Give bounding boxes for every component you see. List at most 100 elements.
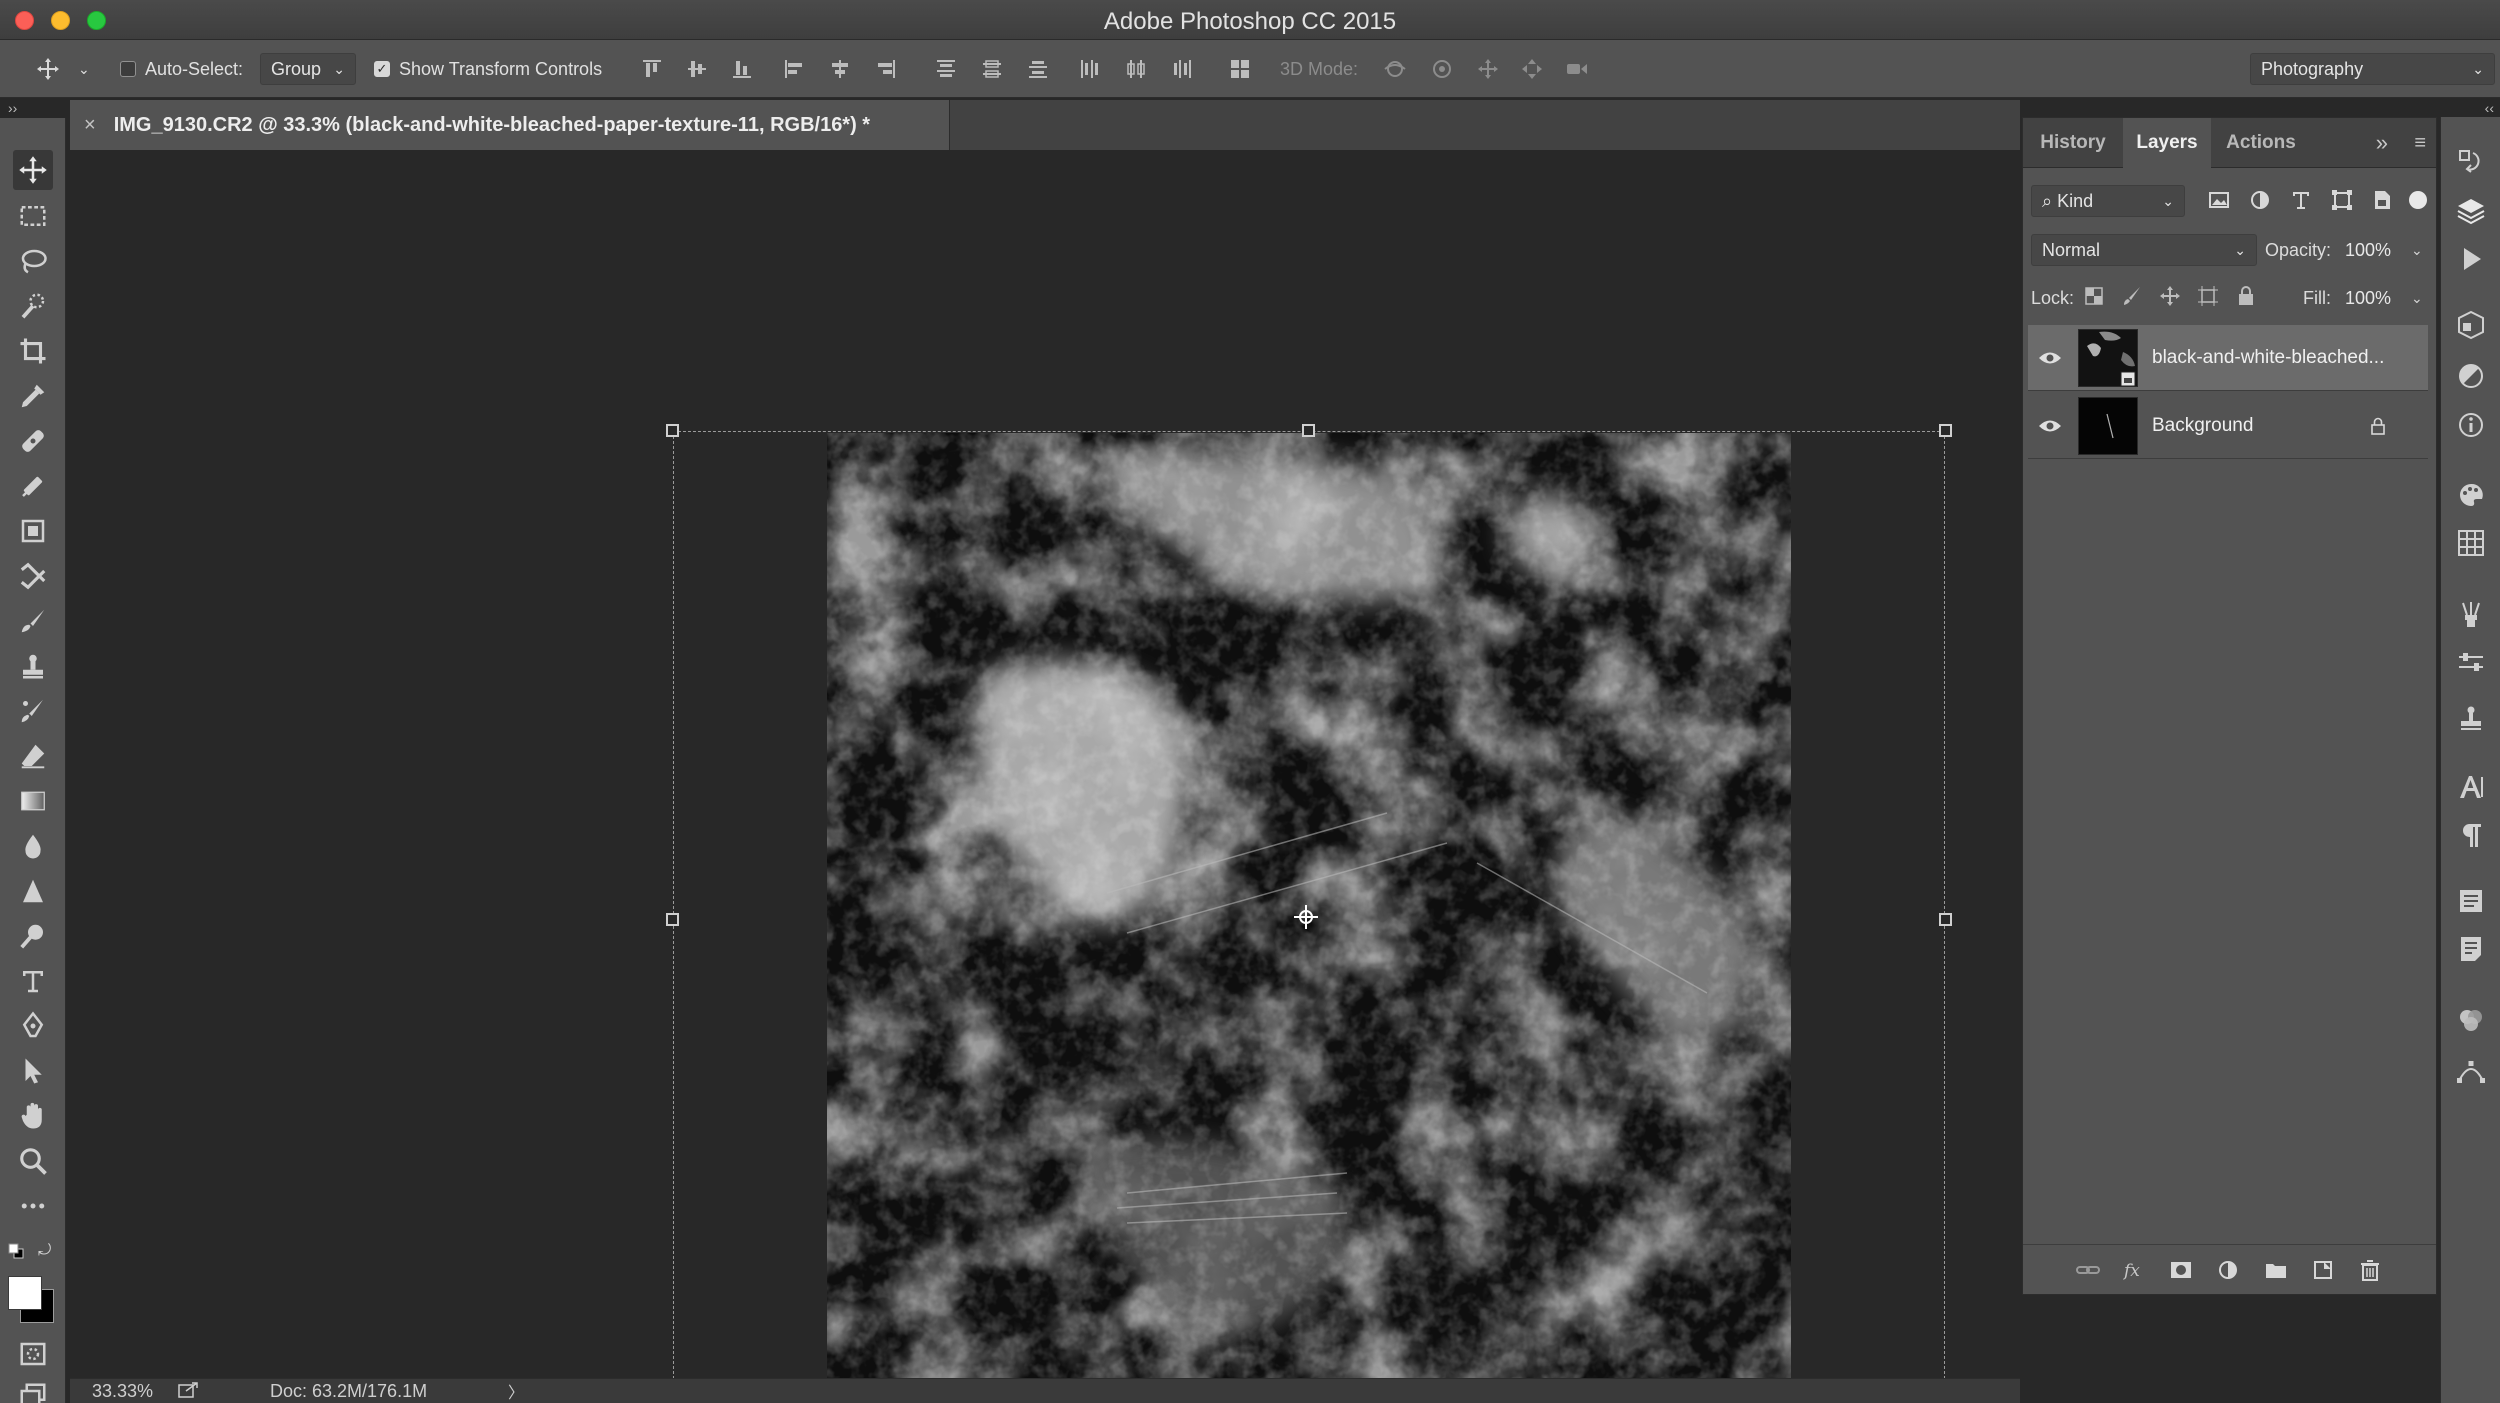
distribute-bottom-icon[interactable]	[1026, 57, 1050, 81]
default-colors-icon[interactable]	[8, 1243, 24, 1259]
3d-orbit-icon[interactable]	[1383, 57, 1407, 81]
marquee-tool-icon[interactable]	[17, 200, 49, 232]
layers-panel-icon[interactable]	[2455, 195, 2487, 227]
move-tool-icon[interactable]	[13, 150, 53, 190]
lasso-tool-icon[interactable]	[17, 245, 49, 277]
status-menu-arrow[interactable]: 〉	[508, 1379, 524, 1403]
type-tool-icon[interactable]	[17, 965, 49, 997]
new-layer-icon[interactable]	[2310, 1257, 2336, 1283]
move-tool-preset-icon[interactable]	[36, 57, 60, 81]
add-layer-mask-icon[interactable]	[2168, 1257, 2194, 1283]
hand-tool-icon[interactable]	[17, 1100, 49, 1132]
expand-panels-icon[interactable]: »	[2376, 130, 2388, 156]
workspace-switcher-dropdown[interactable]: Photography ⌄	[2250, 53, 2495, 85]
layer-style-fx-icon[interactable]: fx	[2121, 1257, 2147, 1283]
layer-row[interactable]: Background	[2028, 393, 2428, 459]
align-right-icon[interactable]	[874, 57, 898, 81]
clone-source-icon[interactable]	[2455, 703, 2487, 735]
lock-transparent-pixels-icon[interactable]	[2083, 285, 2105, 307]
blend-mode-dropdown[interactable]: Normal ⌄	[2031, 234, 2257, 266]
eyedropper-tool-icon[interactable]	[17, 380, 49, 412]
show-transform-check[interactable]: ✓	[374, 61, 390, 77]
distribute-left-icon[interactable]	[1078, 57, 1102, 81]
panel-menu-icon[interactable]: ≡	[2414, 132, 2426, 155]
channels-panel-icon[interactable]	[2455, 1005, 2487, 1037]
auto-select-checkbox[interactable]: Auto-Select:	[120, 40, 243, 98]
distribute-vertical-center-icon[interactable]	[980, 57, 1004, 81]
healing-brush-tool-icon[interactable]	[17, 425, 49, 457]
fill-chevron-icon[interactable]: ⌄	[2411, 290, 2423, 307]
paths-panel-icon[interactable]	[2455, 1055, 2487, 1087]
distribute-top-icon[interactable]	[934, 57, 958, 81]
paragraph-panel-icon[interactable]	[2455, 819, 2487, 851]
eye-icon[interactable]	[2028, 349, 2072, 367]
adjustments-panel-icon[interactable]	[2455, 360, 2487, 392]
path-selection-tool-icon[interactable]	[17, 1055, 49, 1087]
stamp-tool-icon[interactable]	[17, 650, 49, 682]
lock-image-pixels-icon[interactable]	[2121, 285, 2143, 307]
lock-artboard-icon[interactable]	[2197, 285, 2219, 307]
notes-panel-icon[interactable]	[2455, 933, 2487, 965]
show-transform-controls-checkbox[interactable]: ✓ Show Transform Controls	[374, 40, 602, 98]
link-layers-icon[interactable]	[2075, 1257, 2101, 1283]
info-panel-icon[interactable]	[2455, 409, 2487, 441]
tool-preset-dropdown[interactable]: ⌄	[78, 40, 90, 98]
brush-tool-icon[interactable]	[17, 470, 49, 502]
new-group-folder-icon[interactable]	[2263, 1257, 2289, 1283]
history-panel-icon[interactable]	[2455, 145, 2487, 177]
transform-handle-top-left[interactable]	[666, 424, 679, 437]
zoom-tool-icon[interactable]	[17, 1145, 49, 1177]
distribute-horizontal-center-icon[interactable]	[1124, 57, 1148, 81]
fill-value[interactable]: 100%	[2345, 288, 2391, 309]
layer-name[interactable]: black-and-white-bleached...	[2152, 347, 2384, 369]
auto-select-check[interactable]	[120, 61, 136, 77]
eraser-tool-icon[interactable]	[17, 740, 49, 772]
filter-toggle-switch[interactable]	[2409, 191, 2427, 209]
color-palette-icon[interactable]	[2455, 479, 2487, 511]
align-top-icon[interactable]	[640, 57, 664, 81]
tab-history[interactable]: History	[2023, 118, 2123, 168]
delete-layer-icon[interactable]	[2357, 1257, 2383, 1283]
auto-select-target-dropdown[interactable]: Group ⌄	[260, 53, 356, 85]
blur-tool-icon[interactable]	[17, 830, 49, 862]
auto-align-layers-icon[interactable]	[1228, 57, 1252, 81]
filter-shape-icon[interactable]	[2329, 187, 2355, 213]
crop-tool-icon[interactable]	[17, 335, 49, 367]
filter-adjustment-icon[interactable]	[2247, 187, 2273, 213]
distribute-right-icon[interactable]	[1170, 57, 1194, 81]
new-adjustment-layer-icon[interactable]	[2215, 1257, 2241, 1283]
collapse-tools-icon[interactable]: ››	[8, 100, 17, 116]
3d-pan-icon[interactable]	[1476, 57, 1500, 81]
sharpen-tool-icon[interactable]	[17, 875, 49, 907]
filter-smart-object-icon[interactable]	[2369, 187, 2395, 213]
transform-handle-left[interactable]	[666, 913, 679, 926]
quick-mask-icon[interactable]	[17, 1338, 49, 1370]
layer-row[interactable]: black-and-white-bleached...	[2028, 325, 2428, 391]
paint-brush-tool-icon[interactable]	[17, 605, 49, 637]
align-vertical-center-icon[interactable]	[685, 57, 709, 81]
close-document-icon[interactable]: ×	[84, 114, 96, 137]
3d-slide-icon[interactable]	[1520, 57, 1544, 81]
export-icon[interactable]	[178, 1381, 200, 1399]
3d-panel-icon[interactable]	[2455, 309, 2487, 341]
swatches-grid-icon[interactable]	[2455, 527, 2487, 559]
foreground-color-swatch[interactable]	[8, 1276, 42, 1310]
align-left-icon[interactable]	[782, 57, 806, 81]
transform-handle-right[interactable]	[1939, 913, 1952, 926]
edit-toolbar-icon[interactable]	[17, 1190, 49, 1222]
filter-type-icon[interactable]	[2288, 187, 2314, 213]
quick-selection-tool-icon[interactable]	[17, 290, 49, 322]
lock-position-icon[interactable]	[2159, 285, 2181, 307]
canvas-area[interactable]	[70, 150, 2020, 1403]
pen-tool-icon[interactable]	[17, 1010, 49, 1042]
brush-settings-icon[interactable]	[2455, 647, 2487, 679]
align-horizontal-center-icon[interactable]	[828, 57, 852, 81]
layer-name[interactable]: Background	[2152, 415, 2368, 437]
gradient-tool-icon[interactable]	[17, 785, 49, 817]
clone-stamp-tool-icon[interactable]	[17, 515, 49, 547]
art-history-brush-tool-icon[interactable]	[17, 695, 49, 727]
3d-roll-icon[interactable]	[1430, 57, 1454, 81]
zoom-level[interactable]: 33.33%	[92, 1381, 153, 1402]
brushes-panel-icon[interactable]	[2455, 599, 2487, 631]
opacity-chevron-icon[interactable]: ⌄	[2411, 242, 2423, 259]
